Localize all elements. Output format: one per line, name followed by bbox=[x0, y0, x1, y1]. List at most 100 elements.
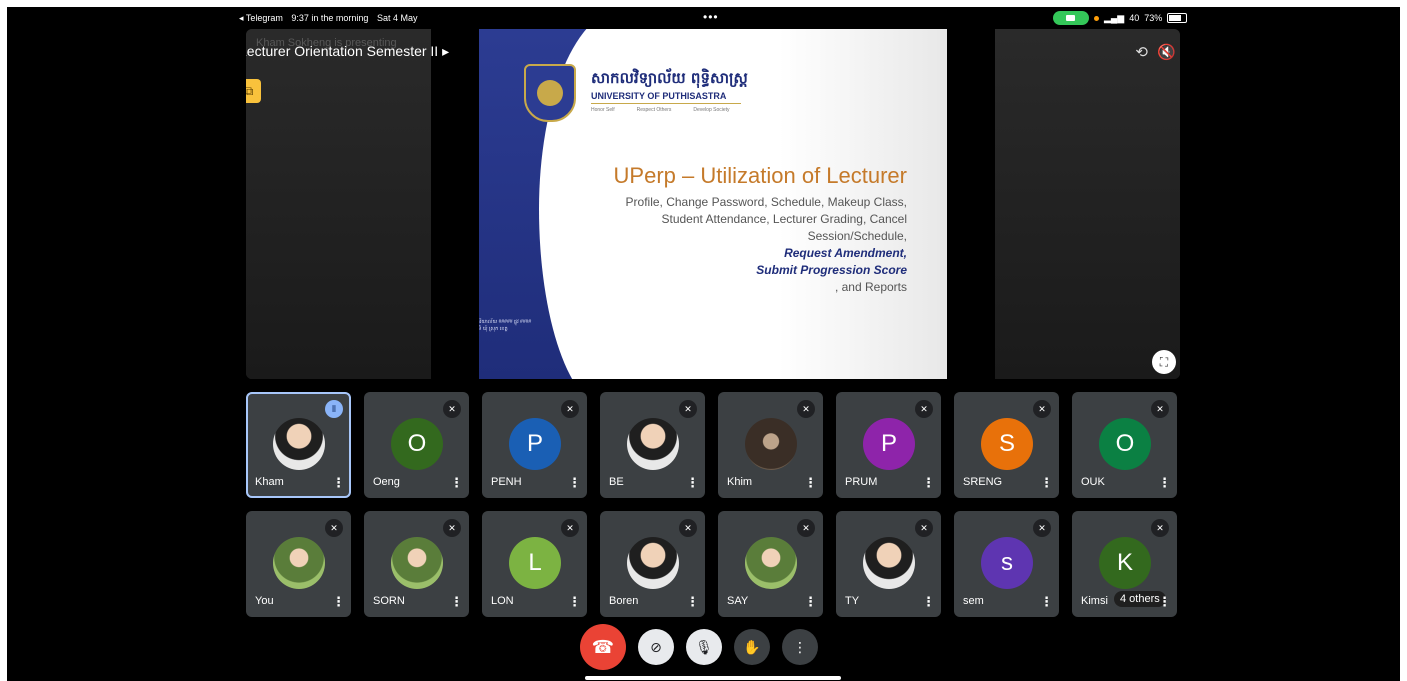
stage-left-panel bbox=[246, 29, 431, 379]
avatar-initial: O bbox=[1099, 418, 1151, 470]
university-crest-icon bbox=[524, 64, 576, 122]
participant-tile[interactable]: ✕ SORN ⋮ bbox=[364, 511, 469, 617]
mic-muted-icon: ✕ bbox=[915, 400, 933, 418]
avatar-photo bbox=[273, 537, 325, 589]
camera-in-use-icon bbox=[1053, 11, 1089, 25]
motto-2: Respect Others bbox=[636, 107, 672, 113]
tile-more-icon[interactable]: ⋮ bbox=[686, 594, 699, 610]
network-type: 40 bbox=[1129, 13, 1140, 23]
mic-muted-icon: ✕ bbox=[325, 519, 343, 537]
tile-more-icon[interactable]: ⋮ bbox=[568, 594, 581, 610]
tile-more-icon[interactable]: ⋮ bbox=[332, 475, 345, 491]
battery-percent: 73% bbox=[1144, 13, 1163, 23]
mic-muted-icon: ✕ bbox=[1151, 400, 1169, 418]
tile-more-icon[interactable]: ⋮ bbox=[1158, 594, 1171, 610]
meeting-title[interactable]: Lecturer Orientation Semester II ▸ bbox=[246, 43, 449, 60]
motto-3: Develop Society bbox=[693, 107, 730, 113]
switch-camera-icon[interactable]: ⟲ bbox=[1135, 43, 1148, 61]
mic-muted-icon: ✕ bbox=[1033, 400, 1051, 418]
participant-tile[interactable]: ✕ Boren ⋮ bbox=[600, 511, 705, 617]
tile-more-icon[interactable]: ⋮ bbox=[450, 475, 463, 491]
slide-subtitle: Profile, Change Password, Schedule, Make… bbox=[619, 194, 907, 296]
status-date: Sat 4 May bbox=[376, 13, 418, 23]
participant-name: LON bbox=[491, 595, 514, 607]
university-mottos: Honor Self Respect Others Develop Societ… bbox=[591, 107, 730, 113]
tile-more-icon[interactable]: ⋮ bbox=[922, 594, 935, 610]
tile-more-icon[interactable]: ⋮ bbox=[1158, 475, 1171, 491]
participant-tile[interactable]: ✕ BE ⋮ bbox=[600, 392, 705, 498]
mic-muted-icon: ✕ bbox=[915, 519, 933, 537]
tile-more-icon[interactable]: ⋮ bbox=[568, 475, 581, 491]
avatar-photo bbox=[391, 537, 443, 589]
participant-name: SRENG bbox=[963, 476, 1003, 488]
participant-name: SAY bbox=[727, 595, 749, 607]
pip-toggle-icon[interactable]: ⧉ bbox=[246, 79, 261, 103]
participant-tile[interactable]: ✕ TY ⋮ bbox=[836, 511, 941, 617]
back-to-telegram-link[interactable]: ◂ Telegram bbox=[239, 13, 283, 23]
mic-off-button[interactable]: 🎙 bbox=[686, 629, 722, 665]
speaker-off-icon[interactable]: 🔇 bbox=[1157, 43, 1176, 61]
participant-tile[interactable]: K ✕ Kimsi 4 others ⋮ bbox=[1072, 511, 1177, 617]
home-indicator[interactable] bbox=[585, 676, 841, 680]
participant-name: SORN bbox=[373, 595, 405, 607]
university-khmer-name: សាកលវិទ្យាល័យ ពុទ្ធិសាស្ត្រ bbox=[591, 69, 748, 87]
mic-muted-icon: ✕ bbox=[679, 519, 697, 537]
tile-more-icon[interactable]: ⋮ bbox=[804, 475, 817, 491]
avatar-photo bbox=[627, 418, 679, 470]
tile-more-icon[interactable]: ⋮ bbox=[804, 594, 817, 610]
tile-more-icon[interactable]: ⋮ bbox=[686, 475, 699, 491]
presentation-stage[interactable]: សាកលវិទ្យាល័យ ពុទ្ធិសាស្ត្រ UNIVERSITY O… bbox=[246, 29, 1180, 379]
mic-muted-icon: ✕ bbox=[561, 519, 579, 537]
participant-tile[interactable]: P ✕ PENH ⋮ bbox=[482, 392, 587, 498]
camera-off-button[interactable]: ⊘ bbox=[638, 629, 674, 665]
participant-tile[interactable]: ✕ You ⋮ bbox=[246, 511, 351, 617]
mic-muted-icon: ✕ bbox=[443, 519, 461, 537]
mic-muted-icon: ✕ bbox=[797, 400, 815, 418]
tile-more-icon[interactable]: ⋮ bbox=[1040, 594, 1053, 610]
participant-name: OUK bbox=[1081, 476, 1105, 488]
tile-more-icon[interactable]: ⋮ bbox=[922, 475, 935, 491]
avatar-initial: P bbox=[509, 418, 561, 470]
participant-name: TY bbox=[845, 595, 860, 607]
avatar-photo bbox=[745, 537, 797, 589]
multitask-dots-icon[interactable]: ••• bbox=[703, 10, 719, 24]
mic-muted-icon: ✕ bbox=[797, 519, 815, 537]
participant-tile[interactable]: s ✕ sem ⋮ bbox=[954, 511, 1059, 617]
participant-name: Oeng bbox=[373, 476, 400, 488]
participant-name: You bbox=[255, 595, 274, 607]
participant-tile[interactable]: O ✕ OUK ⋮ bbox=[1072, 392, 1177, 498]
participant-name: sem bbox=[963, 595, 984, 607]
fullscreen-icon[interactable]: ⛶ bbox=[1152, 350, 1176, 374]
tile-more-icon[interactable]: ⋮ bbox=[450, 594, 463, 610]
participant-name: PENH bbox=[491, 476, 522, 488]
mic-muted-icon: ✕ bbox=[1151, 519, 1169, 537]
participant-tile[interactable]: ⦀ Kham ⋮ bbox=[246, 392, 351, 498]
participant-tile[interactable]: ✕ Khim ⋮ bbox=[718, 392, 823, 498]
motto-1: Honor Self bbox=[591, 107, 615, 113]
tile-more-icon[interactable]: ⋮ bbox=[1040, 475, 1053, 491]
avatar-photo bbox=[745, 418, 797, 470]
slide-subtitle-bold-2: Submit Progression Score bbox=[756, 263, 907, 277]
avatar-photo bbox=[863, 537, 915, 589]
participant-tile[interactable]: ✕ SAY ⋮ bbox=[718, 511, 823, 617]
mic-in-use-icon bbox=[1094, 15, 1099, 21]
meet-screen: ◂ Telegram 9:37 in the morning Sat 4 May… bbox=[7, 7, 1400, 681]
participant-name: Khim bbox=[727, 476, 753, 488]
slide-subtitle-plain: Profile, Change Password, Schedule, Make… bbox=[625, 195, 907, 243]
more-options-button[interactable]: ⋮ bbox=[782, 629, 818, 665]
slide-subtitle-bold-1: Request Amendment, bbox=[784, 246, 907, 260]
participant-name: PRUM bbox=[845, 476, 878, 488]
participant-tile[interactable]: P ✕ PRUM ⋮ bbox=[836, 392, 941, 498]
slide-footer-address: ការិយាល័យ ##### ផ្លូវ #### ភូមិ ឃុំ ស្រុ… bbox=[479, 319, 532, 332]
tile-more-icon[interactable]: ⋮ bbox=[332, 594, 345, 610]
participant-tile[interactable]: O ✕ Oeng ⋮ bbox=[364, 392, 469, 498]
presentation-slide: សាកលវិទ្យាល័យ ពុទ្ធិសាស្ត្រ UNIVERSITY O… bbox=[479, 29, 947, 379]
participant-tile[interactable]: S ✕ SRENG ⋮ bbox=[954, 392, 1059, 498]
participant-tile[interactable]: L ✕ LON ⋮ bbox=[482, 511, 587, 617]
avatar-initial: P bbox=[863, 418, 915, 470]
raise-hand-button[interactable]: ✋ bbox=[734, 629, 770, 665]
mic-muted-icon: ✕ bbox=[1033, 519, 1051, 537]
end-call-button[interactable]: ☎ bbox=[580, 624, 626, 670]
status-left: ◂ Telegram 9:37 in the morning Sat 4 May bbox=[239, 13, 424, 24]
mic-muted-icon: ✕ bbox=[561, 400, 579, 418]
